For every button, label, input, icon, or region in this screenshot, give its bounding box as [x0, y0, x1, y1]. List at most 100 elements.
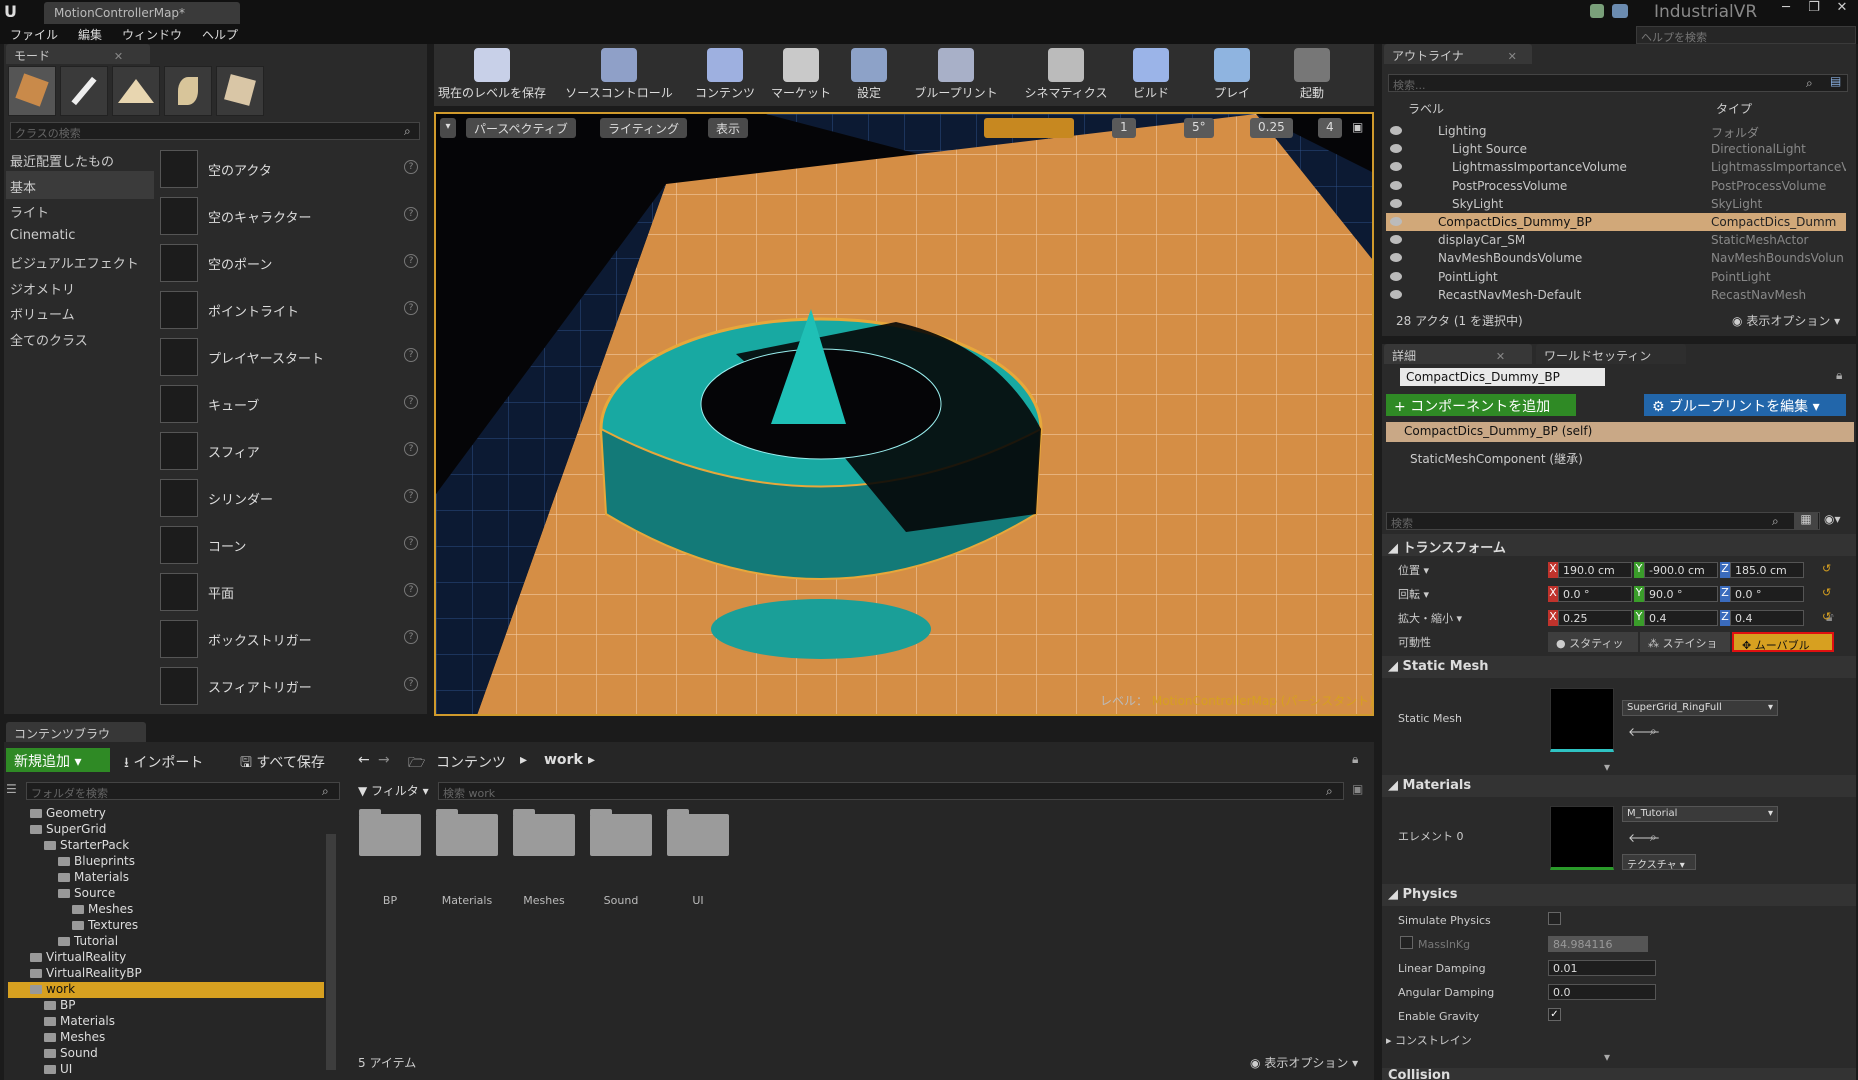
eye-icon[interactable] — [1390, 289, 1402, 299]
toolbar-button[interactable]: 設定 — [844, 48, 894, 104]
lighting-button[interactable]: ライティング — [600, 118, 688, 138]
eye-icon[interactable] — [1390, 198, 1402, 208]
rotation-label[interactable]: 回転 ▾ — [1398, 586, 1429, 602]
class-item[interactable]: 空のキャラクター? — [160, 193, 424, 237]
simulate-physics-checkbox[interactable] — [1548, 912, 1561, 925]
maximize-icon[interactable]: ❐ — [1800, 0, 1828, 18]
close-icon[interactable]: ✕ — [1508, 50, 1517, 63]
foliage-mode-icon[interactable] — [164, 66, 212, 116]
eye-icon[interactable] — [1390, 217, 1402, 226]
outliner-row[interactable]: NavMeshBoundsVolume NavMeshBoundsVolun — [1386, 249, 1846, 267]
add-folder-icon[interactable]: ▤ — [1830, 74, 1841, 88]
tree-scrollbar[interactable] — [326, 834, 336, 1070]
details-search-input[interactable]: 検索 — [1386, 512, 1820, 530]
save-search-icon[interactable]: ▣ — [1352, 782, 1363, 796]
rotation-z-field[interactable]: 0.0 ° — [1730, 586, 1804, 602]
class-item[interactable]: 空のアクタ? — [160, 146, 424, 190]
asset-folder[interactable]: Sound — [589, 809, 653, 907]
close-icon[interactable]: ✕ — [1828, 0, 1856, 18]
world-settings-tab[interactable]: ワールドセッティン — [1536, 344, 1686, 364]
help-icon[interactable]: ? — [404, 677, 418, 691]
class-item[interactable]: スフィアトリガー? — [160, 663, 424, 707]
outliner-view-options[interactable]: ◉ 表示オプション ▾ — [1732, 312, 1840, 329]
toolbar-button[interactable]: コンテンツ — [692, 48, 758, 104]
details-tab[interactable]: 詳細 ✕ — [1384, 344, 1532, 364]
eye-icon[interactable] — [1390, 126, 1402, 135]
class-item[interactable]: コーン? — [160, 522, 424, 566]
menu-file[interactable]: ファイル — [10, 26, 58, 43]
geometry-mode-icon[interactable] — [216, 66, 264, 116]
physics-section[interactable]: ◢ Physics — [1382, 884, 1856, 906]
notification-icon[interactable] — [1612, 4, 1628, 18]
help-icon[interactable]: ? — [404, 583, 418, 597]
close-icon[interactable]: ✕ — [1496, 350, 1505, 363]
rotation-x-field[interactable]: 0.0 ° — [1558, 586, 1632, 602]
expand-arrow-icon[interactable]: ▾ — [1604, 760, 1610, 774]
object-name-field[interactable]: CompactDics_Dummy_BP — [1400, 368, 1605, 386]
edit-blueprint-button[interactable]: ⚙ ブループリントを編集 ▾ — [1644, 394, 1846, 416]
toolbar-button[interactable]: マーケット — [766, 48, 836, 104]
scale-x-field[interactable]: 0.25 — [1558, 610, 1632, 626]
outliner-tab[interactable]: アウトライナ ✕ — [1384, 44, 1532, 64]
folder-search-input[interactable]: フォルダを検索 — [26, 782, 340, 800]
asset-folder[interactable]: UI — [666, 809, 730, 907]
level-viewport[interactable] — [434, 112, 1374, 716]
outliner-row[interactable]: displayCar_SM StaticMeshActor — [1386, 231, 1846, 249]
toolbar-button[interactable]: ビルド — [1126, 48, 1176, 104]
location-label[interactable]: 位置 ▾ — [1398, 562, 1429, 578]
path-content[interactable]: コンテンツ — [436, 752, 506, 772]
folder-tree-item[interactable]: Source — [8, 886, 324, 902]
category-item[interactable]: ジオメトリ — [6, 273, 154, 301]
import-button[interactable]: ⭳ インポート — [124, 752, 203, 776]
enable-gravity-checkbox[interactable]: ✓ — [1548, 1008, 1561, 1021]
help-icon[interactable]: ? — [404, 489, 418, 503]
property-matrix-icon[interactable]: ▦ — [1794, 512, 1818, 530]
filter-button[interactable]: ▼ フィルタ ▾ — [358, 782, 429, 799]
component-self[interactable]: CompactDics_Dummy_BP (self) — [1386, 422, 1854, 442]
category-item[interactable]: 基本 — [6, 170, 154, 199]
angle-snap-value[interactable]: 5° — [1184, 118, 1214, 138]
add-new-button[interactable]: 新規追加 ▾ — [6, 748, 110, 772]
folder-tree-item[interactable]: Textures — [8, 918, 324, 934]
help-search-input[interactable]: ヘルプを検索 — [1636, 26, 1856, 44]
outliner-row[interactable]: PointLight PointLight — [1386, 268, 1846, 286]
menu-edit[interactable]: 編集 — [78, 26, 102, 43]
landscape-mode-icon[interactable] — [112, 66, 160, 116]
source-control-icon[interactable] — [1590, 4, 1604, 18]
materials-section[interactable]: ◢ Materials — [1382, 775, 1856, 797]
add-component-button[interactable]: + コンポーネントを追加 — [1386, 394, 1576, 416]
outliner-col-type[interactable]: タイプ — [1716, 100, 1752, 117]
browse-search-icon[interactable]: ⌕ — [1650, 830, 1657, 845]
category-item[interactable]: ボリューム — [6, 298, 154, 326]
lock-icon[interactable]: 🔒︎ — [1352, 752, 1358, 767]
eye-icon[interactable] — [1390, 253, 1402, 263]
category-item[interactable]: 全てのクラス — [6, 324, 154, 352]
modes-tab[interactable]: モード ✕ — [6, 44, 150, 64]
location-x-field[interactable]: 190.0 cm — [1558, 562, 1632, 578]
eye-icon[interactable]: ◉▾ — [1824, 512, 1841, 526]
camera-speed-value[interactable]: 4 — [1318, 118, 1342, 138]
toolbar-button[interactable]: プレイ — [1200, 48, 1264, 104]
location-y-field[interactable]: -900.0 cm — [1644, 562, 1718, 578]
angular-damping-field[interactable]: 0.0 — [1548, 984, 1656, 1000]
perspective-button[interactable]: パースペクティブ — [466, 118, 576, 138]
category-item[interactable]: 最近配置したもの — [6, 145, 154, 173]
folder-tree-item[interactable]: BP — [8, 998, 324, 1014]
transform-section[interactable]: ◢ トランスフォーム — [1382, 534, 1856, 556]
menu-window[interactable]: ウィンドウ — [122, 26, 182, 43]
mobility-stationary[interactable]: ⁂ ステイショ — [1640, 632, 1730, 652]
linear-damping-field[interactable]: 0.01 — [1548, 960, 1656, 976]
material-combo[interactable]: M_Tutorial ▾ — [1622, 806, 1778, 822]
toolbar-button[interactable]: シネマティクス — [1010, 48, 1122, 104]
asset-folder[interactable]: Materials — [435, 809, 499, 907]
outliner-row[interactable]: SkyLight SkyLight — [1386, 195, 1846, 213]
help-icon[interactable]: ? — [404, 160, 418, 174]
folder-tree-item[interactable]: VirtualRealityBP — [8, 966, 324, 982]
path-work[interactable]: work — [544, 752, 583, 768]
folder-tree-item[interactable]: Materials — [8, 870, 324, 886]
folder-tree-item[interactable]: Geometry — [8, 806, 324, 822]
class-item[interactable]: シリンダー? — [160, 475, 424, 519]
constraints-row[interactable]: ▸ コンストレイン — [1386, 1032, 1472, 1048]
outliner-row[interactable]: CompactDics_Dummy_BP CompactDics_Dumm — [1386, 213, 1846, 231]
help-icon[interactable]: ? — [404, 207, 418, 221]
